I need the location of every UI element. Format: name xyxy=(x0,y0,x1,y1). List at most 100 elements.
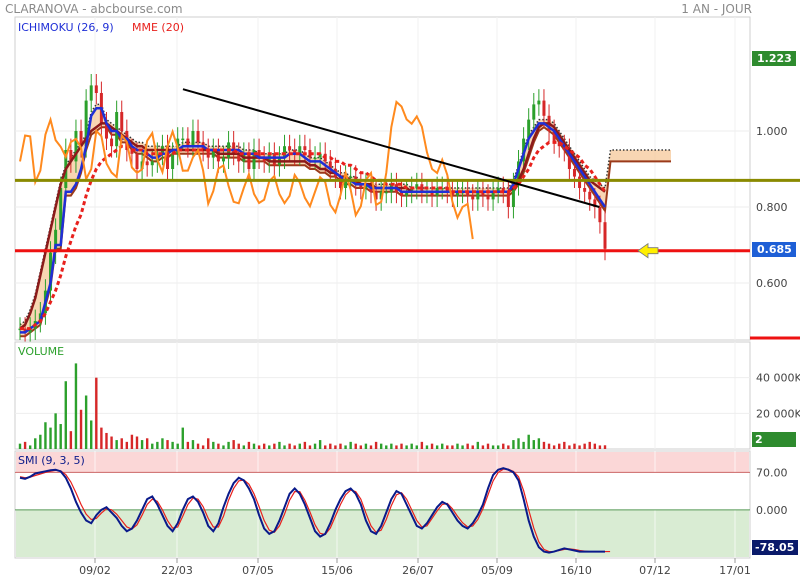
candle-body xyxy=(572,169,576,177)
volume-bar xyxy=(430,443,434,449)
volume-bar xyxy=(598,445,602,449)
candle-body xyxy=(303,146,307,150)
volume-bar xyxy=(303,441,307,449)
volume-bar xyxy=(64,381,67,449)
volume-bar xyxy=(568,445,571,449)
volume-bar xyxy=(207,438,210,449)
smi-oversold-zone xyxy=(16,509,749,557)
volume-bar xyxy=(522,441,525,449)
price-tick-label: 1.000 xyxy=(756,125,788,138)
volume-bar xyxy=(242,445,246,449)
volume-bar xyxy=(171,441,174,449)
price-axis: 0.600 0.800 1.000 xyxy=(756,125,788,290)
candle-body xyxy=(384,191,388,194)
volume-bar xyxy=(222,445,225,449)
volume-bar xyxy=(293,445,296,449)
x-axis: 09/02 22/03 07/05 15/06 26/07 05/09 16/10 07/12… xyxy=(79,558,751,577)
volume-bar xyxy=(496,445,500,449)
volume-bar xyxy=(334,445,337,449)
volume-bar xyxy=(151,443,154,449)
smi-tick-label: 0.000 xyxy=(756,504,788,517)
volume-bar xyxy=(79,409,83,449)
volume-bar xyxy=(349,441,352,449)
candle-body xyxy=(191,131,195,147)
volume-bar xyxy=(59,424,62,449)
volume-bar xyxy=(74,363,78,449)
volume-bar xyxy=(69,431,73,449)
x-tick-label: 17/01 xyxy=(719,564,751,577)
candle-body xyxy=(288,146,292,150)
volume-bar xyxy=(547,443,551,449)
volume-bar xyxy=(329,443,332,449)
volume-bar xyxy=(95,377,98,449)
level-price-badge: 0.685 xyxy=(752,242,796,257)
volume-panel xyxy=(14,341,751,450)
volume-bar xyxy=(44,422,47,449)
candle-body xyxy=(349,176,353,179)
candle-body xyxy=(120,112,124,131)
volume-bar xyxy=(125,441,129,449)
volume-bar xyxy=(227,441,230,449)
price-panel xyxy=(14,16,751,341)
volume-bar xyxy=(288,443,291,449)
volume-bar xyxy=(471,445,474,449)
candle-body xyxy=(247,153,251,169)
volume-bar xyxy=(446,445,449,449)
volume-bar xyxy=(385,445,388,449)
volume-bar xyxy=(527,434,530,449)
volume-bar xyxy=(105,432,108,449)
volume-bar xyxy=(451,445,454,449)
volume-title: VOLUME xyxy=(18,345,65,358)
volume-bar xyxy=(395,445,398,449)
volume-bar xyxy=(369,445,373,449)
volume-bar xyxy=(324,445,327,449)
volume-bar xyxy=(140,440,144,449)
volume-bar xyxy=(28,445,32,449)
x-tick-label: 22/03 xyxy=(161,564,193,577)
volume-bar xyxy=(441,443,444,449)
volume-bar xyxy=(425,445,429,449)
volume-bar xyxy=(344,445,347,449)
candle-body xyxy=(94,85,98,93)
volume-bar xyxy=(410,443,413,449)
volume-bar xyxy=(115,440,118,449)
volume-bar xyxy=(578,445,581,449)
volume-bar xyxy=(313,443,317,449)
volume-bar xyxy=(308,445,312,449)
volume-bar xyxy=(166,440,169,449)
candle-body xyxy=(583,188,587,192)
volume-bar xyxy=(415,445,418,449)
volume-bar xyxy=(374,441,378,449)
volume-tick-label: 20 000K xyxy=(756,407,800,420)
candle-body xyxy=(542,100,546,116)
volume-bar xyxy=(354,443,357,449)
volume-bar xyxy=(461,445,464,449)
last-volume-badge: 2 081K xyxy=(752,432,796,459)
volume-bar xyxy=(191,440,195,449)
smi-title: SMI (9, 3, 5) xyxy=(18,454,85,467)
volume-bar xyxy=(476,441,480,449)
candle-body xyxy=(221,157,225,162)
volume-bar xyxy=(252,443,256,449)
volume-bar xyxy=(466,443,469,449)
volume-bar xyxy=(247,441,251,449)
volume-bar xyxy=(90,420,93,449)
candle-body xyxy=(537,100,541,105)
candle-body xyxy=(135,153,139,169)
x-tick-label: 16/10 xyxy=(560,564,592,577)
volume-bar xyxy=(420,441,424,449)
volume-bar xyxy=(603,445,607,449)
volume-bar xyxy=(262,443,266,449)
legend-mme: MME (20) xyxy=(132,21,185,34)
x-tick-label: 07/05 xyxy=(242,564,274,577)
volume-bar xyxy=(34,438,37,449)
volume-bar xyxy=(435,445,439,449)
candle-body xyxy=(150,161,154,166)
volume-bar xyxy=(39,434,42,449)
volume-bar xyxy=(517,438,520,449)
volume-bar xyxy=(23,441,27,449)
volume-bar xyxy=(273,443,276,449)
volume-bar xyxy=(186,441,190,449)
volume-bar xyxy=(491,445,495,449)
volume-bar xyxy=(100,427,103,449)
